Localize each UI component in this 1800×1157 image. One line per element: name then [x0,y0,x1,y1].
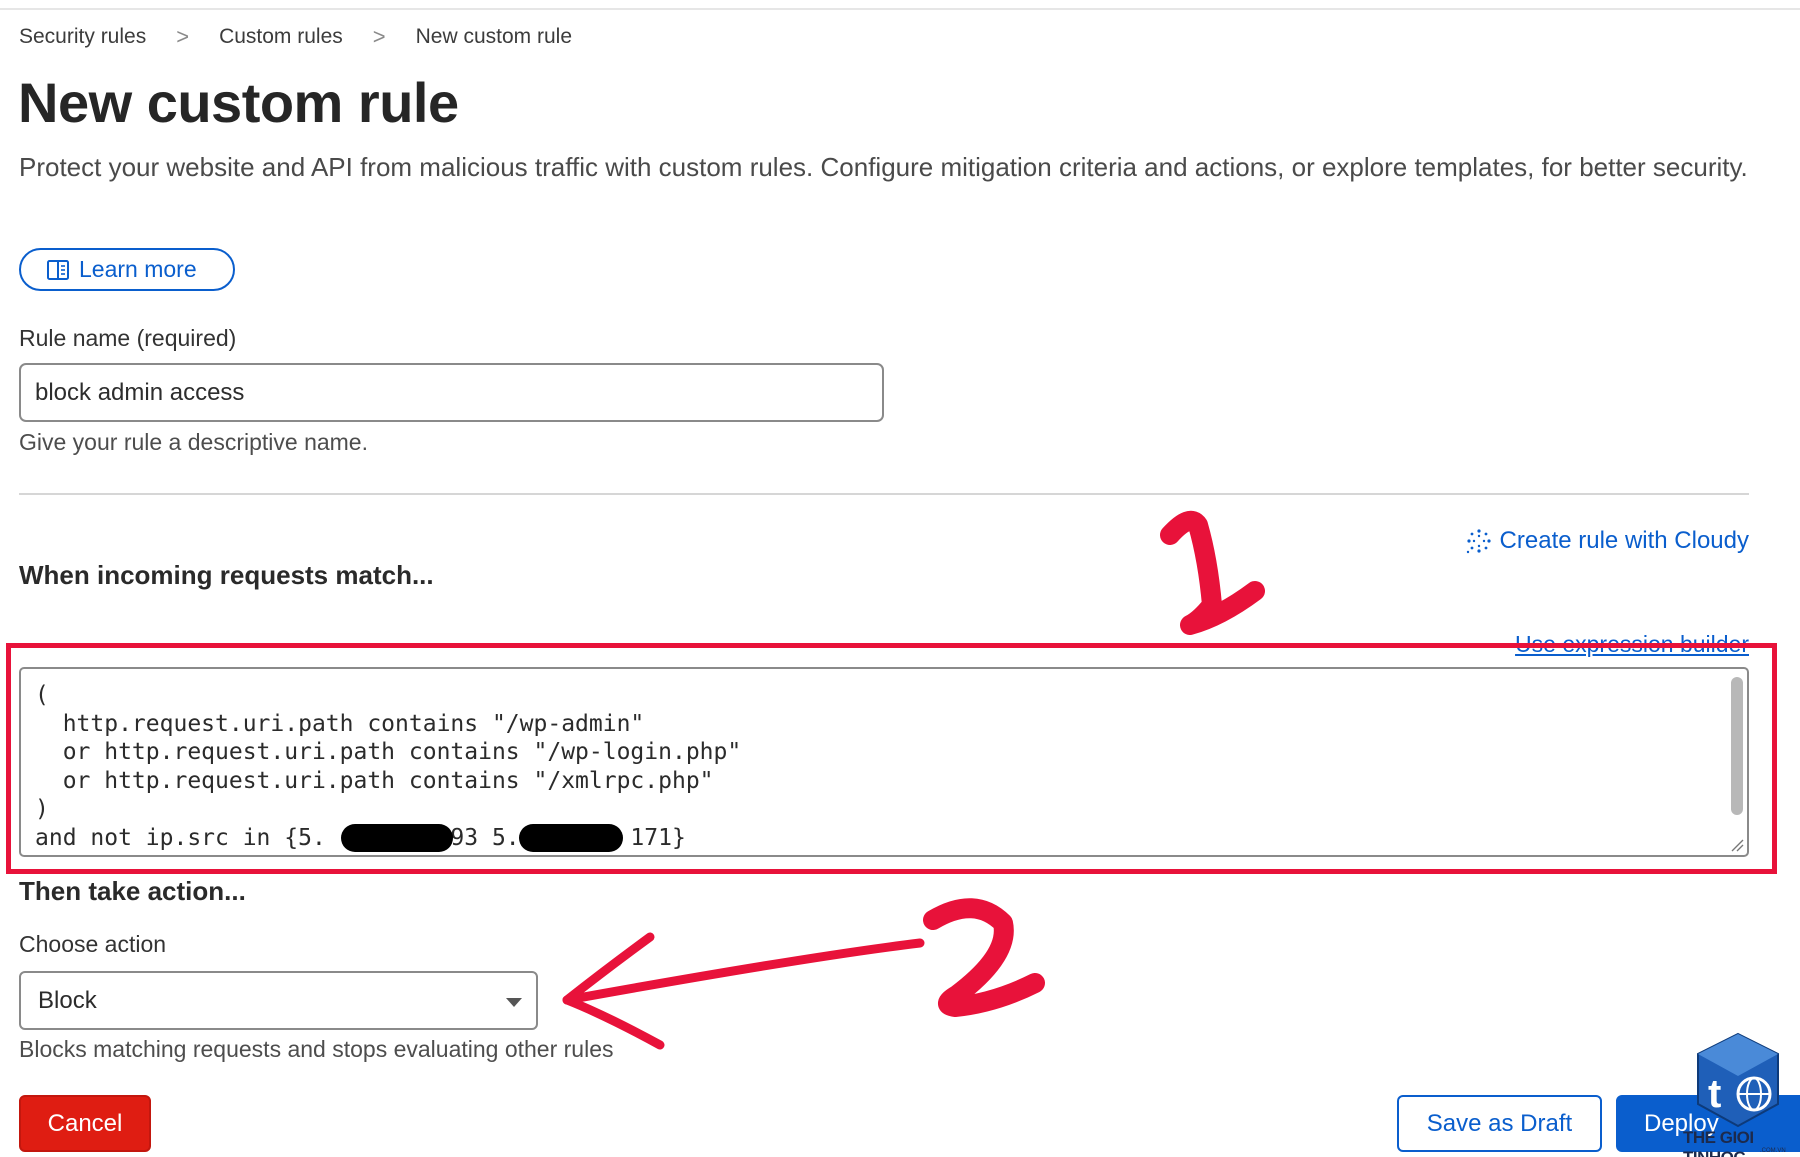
cancel-button[interactable]: Cancel [19,1095,151,1152]
top-border [0,8,1800,10]
create-rule-with-cloudy-link[interactable]: Create rule with Cloudy [1466,527,1749,555]
breadcrumb-custom-rules[interactable]: Custom rules [219,25,343,49]
action-help: Blocks matching requests and stops evalu… [19,1036,614,1062]
rule-name-value: block admin access [35,378,245,406]
sparkle-icon [1466,529,1491,554]
page-title: New custom rule [18,71,459,134]
learn-more-button[interactable]: Learn more [19,248,235,291]
match-heading: When incoming requests match... [19,560,434,590]
annotation-number-1-label: 1 [1150,505,1151,506]
save-as-draft-button[interactable]: Save as Draft [1397,1095,1602,1152]
breadcrumb-current: New custom rule [415,25,573,48]
breadcrumb: Security rules > Custom rules > New cust… [19,24,572,50]
choose-action-label: Choose action [19,931,167,957]
annotation-highlight-box [6,643,1777,874]
breadcrumb-separator-icon: > [372,24,386,49]
action-select[interactable]: Block [19,971,538,1030]
rule-name-label: Rule name (required) [19,325,237,351]
chevron-down-icon [506,998,522,1007]
rule-name-input[interactable]: block admin access [19,363,884,422]
breadcrumb-security-rules[interactable]: Security rules [19,25,146,49]
cloudy-label: Create rule with Cloudy [1499,527,1749,554]
book-icon [47,259,69,280]
annotation-number-1: 1 [1150,505,1265,635]
annotation-number-2-label: 2 [555,895,556,896]
annotation-arrow-2: 2 [555,895,1045,1050]
rule-name-help: Give your rule a descriptive name. [19,429,368,455]
page-description: Protect your website and API from malici… [19,152,1748,182]
section-divider [19,493,1749,495]
breadcrumb-separator-icon: > [176,24,190,49]
learn-more-label: Learn more [79,256,197,282]
svg-text:t: t [1708,1072,1721,1116]
action-select-value: Block [38,986,97,1014]
watermark-domain: .COM.VN [1760,1148,1786,1154]
action-heading: Then take action... [19,876,246,906]
